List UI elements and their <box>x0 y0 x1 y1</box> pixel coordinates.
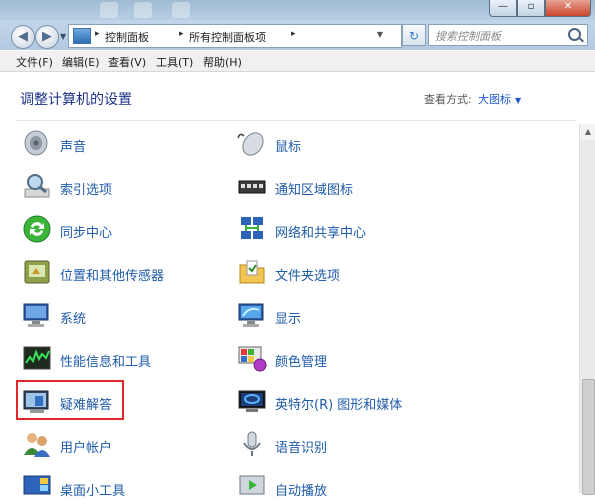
breadcrumb-separator-icon[interactable]: ▸ <box>95 29 100 39</box>
breadcrumb-separator-icon[interactable]: ▸ <box>291 29 296 39</box>
search-input[interactable] <box>433 27 567 45</box>
item-label[interactable]: 自动播放 <box>275 480 327 499</box>
control-panel-icon <box>73 28 91 44</box>
refresh-button[interactable]: ↻ <box>402 24 426 46</box>
forward-arrow-icon[interactable]: ▶ <box>35 25 59 49</box>
index-magnifier-icon <box>24 174 50 198</box>
item-label[interactable]: 位置和其他传感器 <box>60 265 164 284</box>
item-label[interactable]: 用户帐户 <box>60 437 112 456</box>
address-dropdown-icon[interactable]: ▼ <box>377 30 383 39</box>
item-label[interactable]: 颜色管理 <box>275 351 327 370</box>
title-bar: — ▫ ✕ <box>0 0 595 20</box>
item-label[interactable]: 同步中心 <box>60 222 112 241</box>
network-icon <box>241 217 263 239</box>
item-label[interactable]: 系统 <box>60 308 86 327</box>
item-label[interactable]: 语音识别 <box>275 437 327 456</box>
speaker-icon <box>24 130 48 156</box>
intel-graphics-icon <box>238 390 266 412</box>
item-label[interactable]: 声音 <box>60 136 86 155</box>
menu-file[interactable]: 文件(F) <box>16 54 53 70</box>
item-label[interactable]: 性能信息和工具 <box>60 351 151 370</box>
view-by-value[interactable]: 大图标 <box>478 93 511 106</box>
background-window-icon <box>134 2 152 18</box>
performance-icon <box>23 346 51 370</box>
menu-edit[interactable]: 编辑(E) <box>62 54 100 70</box>
item-label[interactable]: 通知区域图标 <box>275 179 353 198</box>
sensor-icon <box>24 260 50 284</box>
search-icon[interactable] <box>568 28 581 41</box>
history-dropdown-icon[interactable]: ▼ <box>60 32 66 41</box>
folder-options-icon <box>239 260 265 284</box>
scroll-thumb[interactable] <box>582 379 595 495</box>
maximize-button[interactable]: ▫ <box>517 0 545 17</box>
close-button[interactable]: ✕ <box>545 0 591 17</box>
vertical-scrollbar[interactable]: ▲ <box>579 124 595 495</box>
background-window-icon <box>100 2 118 18</box>
back-arrow-icon[interactable]: ◀ <box>11 25 35 49</box>
mouse-icon <box>237 132 264 156</box>
system-monitor-icon <box>23 303 49 327</box>
scroll-up-icon[interactable]: ▲ <box>580 124 595 140</box>
chevron-down-icon[interactable]: ▼ <box>515 96 521 105</box>
item-label[interactable]: 鼠标 <box>275 136 301 155</box>
window-controls: — ▫ ✕ <box>489 0 591 17</box>
breadcrumb-all-items[interactable]: 所有控制面板项 <box>189 29 266 45</box>
menu-view[interactable]: 查看(V) <box>108 54 146 70</box>
background-window-icon <box>172 2 190 18</box>
breadcrumb-control-panel[interactable]: 控制面板 <box>105 29 149 45</box>
divider <box>16 120 576 121</box>
desktop-gadgets-icon <box>23 475 51 495</box>
view-by-dropdown[interactable]: 大图标 ▼ <box>478 91 521 107</box>
item-label[interactable]: 文件夹选项 <box>275 265 340 284</box>
microphone-icon <box>243 431 261 456</box>
address-bar[interactable]: ▸ 控制面板 ▸ 所有控制面板项 ▸ ▼ <box>68 24 402 48</box>
item-label[interactable]: 网络和共享中心 <box>275 222 366 241</box>
item-label[interactable]: 显示 <box>275 308 301 327</box>
item-label[interactable]: 英特尔(R) 图形和媒体 <box>275 394 402 413</box>
highlight-box <box>16 380 124 420</box>
autoplay-icon <box>239 475 265 495</box>
page-title: 调整计算机的设置 <box>20 92 132 108</box>
display-icon <box>238 303 264 327</box>
minimize-button[interactable]: — <box>489 0 517 17</box>
user-accounts-icon <box>24 433 50 457</box>
item-label[interactable]: 索引选项 <box>60 179 112 198</box>
menu-help[interactable]: 帮助(H) <box>203 54 242 70</box>
sync-center-icon <box>23 215 51 243</box>
view-by-label: 查看方式: <box>424 93 472 106</box>
color-management-icon <box>238 346 267 372</box>
notification-tray-icon <box>238 180 266 194</box>
menu-tools[interactable]: 工具(T) <box>156 54 193 70</box>
breadcrumb-separator-icon[interactable]: ▸ <box>179 29 184 39</box>
menu-bar: 文件(F) 编辑(E) 查看(V) 工具(T) 帮助(H) <box>0 51 595 72</box>
item-label[interactable]: 桌面小工具 <box>60 480 125 499</box>
search-box[interactable] <box>428 24 588 46</box>
